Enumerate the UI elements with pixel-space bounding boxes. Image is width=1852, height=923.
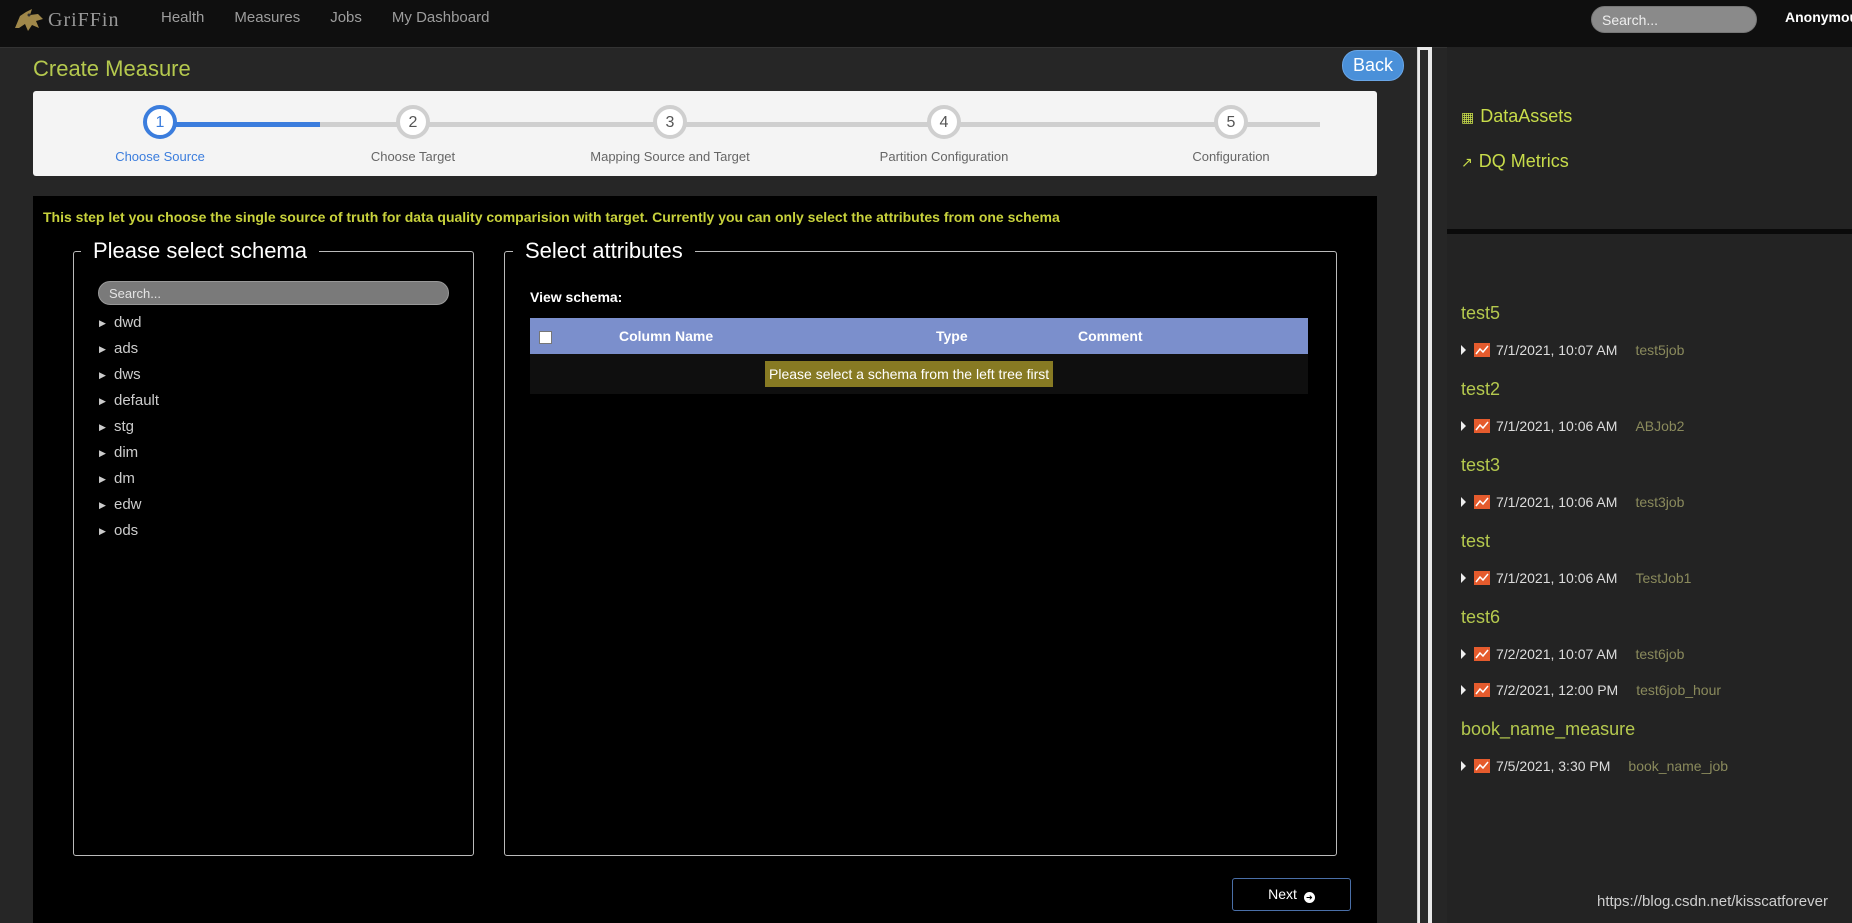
type-header[interactable]: Type [936, 318, 968, 354]
step-5-circle: 5 [1214, 105, 1248, 139]
step-progress-line [160, 122, 320, 127]
tree-item-edw[interactable]: ▶ edw [99, 492, 159, 518]
job-row[interactable]: 7/2/2021, 12:00 PM test6job_hour [1461, 680, 1721, 700]
step-2-circle: 2 [396, 105, 430, 139]
step-5-label: Configuration [1192, 149, 1270, 164]
chart-icon [1474, 647, 1490, 661]
global-search-input[interactable] [1591, 6, 1757, 33]
step-2-label: Choose Target [370, 149, 456, 164]
caret-right-icon: ▶ [99, 396, 106, 406]
line-chart-icon: ↗ [1461, 154, 1473, 170]
nav-links: Health Measures Jobs My Dashboard [146, 0, 504, 40]
expand-caret-icon [1461, 649, 1466, 659]
expand-caret-icon [1461, 685, 1466, 695]
chart-icon [1474, 419, 1490, 433]
step-3-label: Mapping Source and Target [590, 149, 750, 164]
sidebar-link-dataassets[interactable]: ▦ DataAssets [1461, 106, 1572, 127]
tree-item-dim[interactable]: ▶ dim [99, 440, 159, 466]
comment-header[interactable]: Comment [1078, 318, 1143, 354]
tree-item-ods[interactable]: ▶ ods [99, 518, 159, 544]
table-body: Please select a schema from the left tre… [530, 354, 1308, 394]
select-all-checkbox[interactable] [539, 331, 552, 344]
scrollbar-thumb[interactable] [1420, 50, 1428, 923]
measure-title[interactable]: test2 [1461, 379, 1500, 400]
caret-right-icon: ▶ [99, 318, 106, 328]
job-row[interactable]: 7/5/2021, 3:30 PM book_name_job [1461, 756, 1728, 776]
tree-item-ads[interactable]: ▶ ads [99, 336, 159, 362]
nav-link-my-dashboard[interactable]: My Dashboard [377, 0, 505, 40]
step-hint: This step let you choose the single sour… [43, 209, 1060, 225]
step-1-circle: 1 [143, 105, 177, 139]
schema-search-input[interactable] [98, 281, 449, 305]
caret-right-icon: ▶ [99, 474, 106, 484]
nav-link-health[interactable]: Health [146, 0, 219, 40]
job-row[interactable]: 7/1/2021, 10:06 AM ABJob2 [1461, 416, 1684, 436]
job-row[interactable]: 7/2/2021, 10:07 AM test6job [1461, 644, 1684, 664]
step-content-panel: This step let you choose the single sour… [33, 196, 1377, 923]
measure-title[interactable]: book_name_measure [1461, 719, 1635, 740]
expand-caret-icon [1461, 421, 1466, 431]
expand-caret-icon [1461, 761, 1466, 771]
expand-caret-icon [1461, 573, 1466, 583]
page-title: Create Measure [33, 56, 191, 81]
step-4-label: Partition Configuration [879, 149, 1009, 164]
expand-caret-icon [1461, 345, 1466, 355]
brand-name: GriFFin [48, 8, 120, 31]
view-schema-label: View schema: [530, 289, 623, 305]
chart-icon [1474, 571, 1490, 585]
nav-link-jobs[interactable]: Jobs [315, 0, 377, 40]
tree-item-dwd[interactable]: ▶ dwd [99, 310, 159, 336]
empty-table-message: Please select a schema from the left tre… [765, 361, 1054, 387]
caret-right-icon: ▶ [99, 526, 106, 536]
next-button[interactable]: Next ➜ [1232, 878, 1351, 911]
sidebar-divider [1447, 229, 1852, 234]
nav-link-measures[interactable]: Measures [219, 0, 315, 40]
tree-item-default[interactable]: ▶ default [99, 388, 159, 414]
expand-caret-icon [1461, 497, 1466, 507]
column-name-header[interactable]: Column Name [619, 318, 713, 354]
table-header: Column Name Type Comment [530, 318, 1308, 354]
attributes-legend: Select attributes [513, 238, 695, 264]
right-sidebar: ▦ DataAssets ↗ DQ Metrics test5 7/1/2021, … [1447, 47, 1852, 923]
schema-tree: ▶ dwd ▶ ads ▶ dws ▶ default ▶ stg ▶ dim ▶ dm ▶ e… [99, 310, 159, 544]
chart-icon [1474, 343, 1490, 357]
step-4-circle: 4 [927, 105, 961, 139]
caret-right-icon: ▶ [99, 344, 106, 354]
job-row[interactable]: 7/1/2021, 10:07 AM test5job [1461, 340, 1684, 360]
step-1-label: Choose Source [115, 149, 205, 164]
tree-item-stg[interactable]: ▶ stg [99, 414, 159, 440]
caret-right-icon: ▶ [99, 370, 106, 380]
chart-icon [1474, 759, 1490, 773]
measure-title[interactable]: test3 [1461, 455, 1500, 476]
arrow-circle-right-icon: ➜ [1303, 892, 1315, 903]
user-menu[interactable]: Anonymous [1785, 9, 1852, 25]
top-navbar: GriFFin Health Measures Jobs My Dashboar… [0, 0, 1852, 48]
caret-right-icon: ▶ [99, 422, 106, 432]
watermark: https://blog.csdn.net/kisscatforever [1597, 893, 1828, 910]
back-button[interactable]: Back [1342, 50, 1404, 81]
table-icon: ▦ [1461, 109, 1475, 125]
caret-right-icon: ▶ [99, 500, 106, 510]
job-row[interactable]: 7/1/2021, 10:06 AM TestJob1 [1461, 568, 1691, 588]
step-3-circle: 3 [653, 105, 687, 139]
tree-item-dws[interactable]: ▶ dws [99, 362, 159, 388]
attributes-fieldset: Select attributes View schema: Column Na… [504, 238, 1337, 856]
job-row[interactable]: 7/1/2021, 10:06 AM test3job [1461, 492, 1684, 512]
step-track-line [320, 122, 1320, 127]
attributes-table: Column Name Type Comment Please select a… [530, 318, 1308, 394]
chart-icon [1474, 683, 1490, 697]
schema-fieldset: Please select schema ▶dwd ▶ads ▶dws ▶def… [73, 238, 474, 856]
brand[interactable]: GriFFin [12, 6, 119, 34]
measure-title[interactable]: test [1461, 531, 1490, 552]
tree-item-dm[interactable]: ▶ dm [99, 466, 159, 492]
caret-right-icon: ▶ [99, 448, 106, 458]
sidebar-link-dq-metrics[interactable]: ↗ DQ Metrics [1461, 151, 1569, 172]
step-indicator: 1 2 3 4 5 Choose Source Choose Target Ma… [33, 91, 1377, 176]
chart-icon [1474, 495, 1490, 509]
next-button-label: Next [1268, 886, 1297, 902]
measure-title[interactable]: test6 [1461, 607, 1500, 628]
measure-title[interactable]: test5 [1461, 303, 1500, 324]
schema-legend: Please select schema [81, 238, 319, 264]
griffin-logo-icon [15, 9, 43, 31]
